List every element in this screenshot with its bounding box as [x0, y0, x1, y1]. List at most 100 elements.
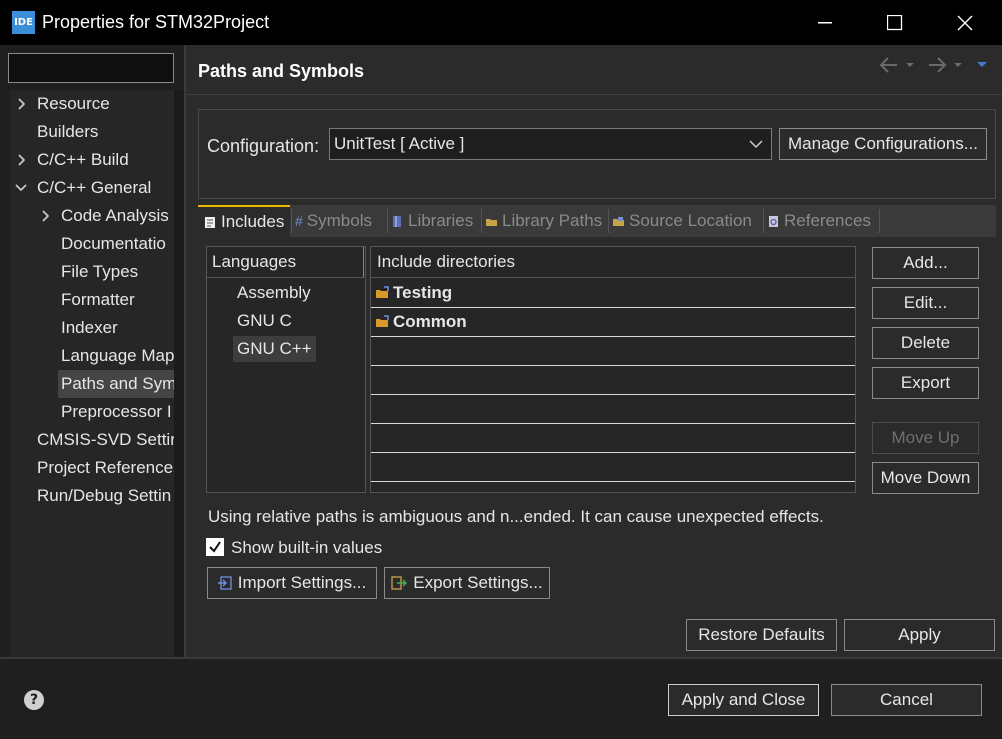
include-path: Testing	[393, 283, 453, 302]
forward-menu-chevron-icon[interactable]	[954, 63, 962, 67]
close-button[interactable]	[930, 0, 1000, 45]
references-icon	[769, 215, 778, 227]
tree-item-label: Resource	[37, 94, 110, 113]
chevron-right-icon[interactable]	[40, 210, 52, 222]
configuration-group: Configuration: UnitTest [ Active ] Manag…	[198, 109, 996, 199]
tree-item-cpp-general[interactable]: C/C++ General	[10, 174, 174, 202]
tree-item-label: Indexer	[61, 318, 118, 337]
chevron-right-icon[interactable]	[16, 98, 28, 110]
window-title: Properties for STM32Project	[42, 12, 270, 32]
tree-item-label: Project References	[37, 458, 174, 477]
table-row[interactable]: Common	[371, 308, 855, 337]
main-panel: Paths and Symbols Configuration: UnitTes…	[186, 45, 1002, 657]
tree-item-label: CMSIS-SVD Settir	[37, 430, 174, 449]
show-builtin-checkbox[interactable]	[206, 538, 224, 556]
tree-item-cmsis-svd[interactable]: CMSIS-SVD Settir	[10, 426, 174, 454]
tree-item-formatter[interactable]: Formatter	[10, 286, 174, 314]
languages-header: Languages	[207, 247, 364, 278]
tab-libraries[interactable]: Libraries	[391, 205, 481, 237]
maximize-icon	[887, 14, 903, 30]
tree-item-project-references[interactable]: Project References	[10, 454, 174, 482]
table-row[interactable]: Testing	[371, 279, 855, 308]
tab-source-location[interactable]: Source Location	[612, 205, 762, 237]
help-icon[interactable]: ?	[24, 690, 44, 710]
dialog-footer: ? Apply and Close Cancel	[0, 657, 1002, 739]
table-row	[371, 424, 855, 453]
sidebar: Resource Builders C/C++ Build C/C++ Gene…	[0, 45, 184, 695]
tree-item-label: File Types	[61, 262, 139, 281]
move-down-button[interactable]: Move Down	[872, 462, 979, 494]
add-button[interactable]: Add...	[872, 247, 979, 279]
language-gnu-cpp[interactable]: GNU C++	[233, 336, 316, 362]
chevron-down-icon	[749, 140, 763, 149]
tab-separator	[387, 209, 388, 233]
libraries-icon	[393, 215, 401, 227]
export-icon	[391, 576, 408, 590]
tab-label: References	[784, 211, 871, 230]
show-builtin-label[interactable]: Show built-in values	[231, 538, 382, 558]
include-directories-table: Include directories Testing Common	[370, 246, 856, 493]
tree-item-label: C/C++ Build	[37, 150, 129, 169]
back-arrow-icon[interactable]	[879, 57, 897, 73]
manage-configurations-button[interactable]: Manage Configurations...	[779, 128, 987, 160]
tree-item-preprocessor[interactable]: Preprocessor I	[10, 398, 174, 426]
tree-item-resource[interactable]: Resource	[10, 90, 174, 118]
export-button[interactable]: Export	[872, 367, 979, 399]
maximize-button[interactable]	[860, 0, 930, 45]
tab-separator	[879, 209, 880, 233]
checkmark-icon	[209, 541, 221, 553]
table-row	[371, 453, 855, 482]
tab-separator	[608, 209, 609, 233]
tree-item-run-debug[interactable]: Run/Debug Settin	[10, 482, 174, 510]
language-gnu-c[interactable]: GNU C	[233, 308, 296, 334]
tree-item-documentation[interactable]: Documentatio	[10, 230, 174, 258]
tree-item-label: Run/Debug Settin	[37, 486, 172, 505]
back-menu-chevron-icon[interactable]	[906, 63, 914, 67]
tree-item-label: Code Analysis	[61, 206, 169, 225]
tree-item-label: Paths and Sym	[61, 374, 174, 393]
tree-item-language-mappings[interactable]: Language Map	[10, 342, 174, 370]
apply-button[interactable]: Apply	[844, 619, 995, 651]
edit-button[interactable]: Edit...	[872, 287, 979, 319]
import-settings-button[interactable]: Import Settings...	[207, 567, 377, 599]
chevron-down-icon[interactable]	[15, 182, 27, 194]
filter-input[interactable]	[8, 53, 174, 83]
tab-separator	[763, 209, 764, 233]
cancel-button[interactable]: Cancel	[831, 684, 982, 716]
minimize-button[interactable]	[790, 0, 860, 45]
page-title: Paths and Symbols	[198, 61, 365, 81]
view-menu-icon[interactable]	[977, 62, 987, 67]
tab-library-paths[interactable]: Library Paths	[485, 205, 608, 237]
language-assembly[interactable]: Assembly	[233, 280, 315, 306]
chevron-right-icon[interactable]	[16, 154, 28, 166]
tab-includes[interactable]: Includes	[198, 205, 290, 237]
restore-defaults-button[interactable]: Restore Defaults	[686, 619, 837, 651]
tree-item-paths-and-symbols[interactable]: Paths and Sym	[58, 370, 174, 398]
configuration-value: UnitTest [ Active ]	[334, 134, 465, 153]
tab-label: Libraries	[408, 211, 474, 230]
tree-scrollbar[interactable]	[174, 90, 184, 695]
symbols-icon: #	[295, 213, 303, 229]
configuration-select[interactable]: UnitTest [ Active ]	[329, 128, 772, 160]
tree-item-builders[interactable]: Builders	[10, 118, 174, 146]
include-directories-header: Include directories	[371, 247, 855, 278]
tab-symbols[interactable]: # Symbols	[295, 205, 387, 237]
forward-arrow-icon[interactable]	[929, 57, 947, 73]
tab-label: Symbols	[306, 211, 372, 230]
property-tree: Resource Builders C/C++ Build C/C++ Gene…	[10, 90, 174, 695]
tree-item-cpp-build[interactable]: C/C++ Build	[10, 146, 174, 174]
apply-and-close-button[interactable]: Apply and Close	[668, 684, 819, 716]
tab-label: Includes	[221, 212, 285, 231]
tab-label: Source Location	[629, 211, 752, 230]
include-folder-icon	[376, 315, 389, 327]
export-settings-button[interactable]: Export Settings...	[384, 567, 550, 599]
delete-button[interactable]: Delete	[872, 327, 979, 359]
source-location-icon	[613, 216, 624, 226]
tree-item-file-types[interactable]: File Types	[10, 258, 174, 286]
tab-references[interactable]: References	[767, 205, 879, 237]
tree-item-label: Language Map	[61, 346, 174, 365]
move-up-button[interactable]: Move Up	[872, 422, 979, 454]
tree-item-label: C/C++ General	[37, 178, 152, 197]
tree-item-code-analysis[interactable]: Code Analysis	[10, 202, 174, 230]
tree-item-indexer[interactable]: Indexer	[10, 314, 174, 342]
